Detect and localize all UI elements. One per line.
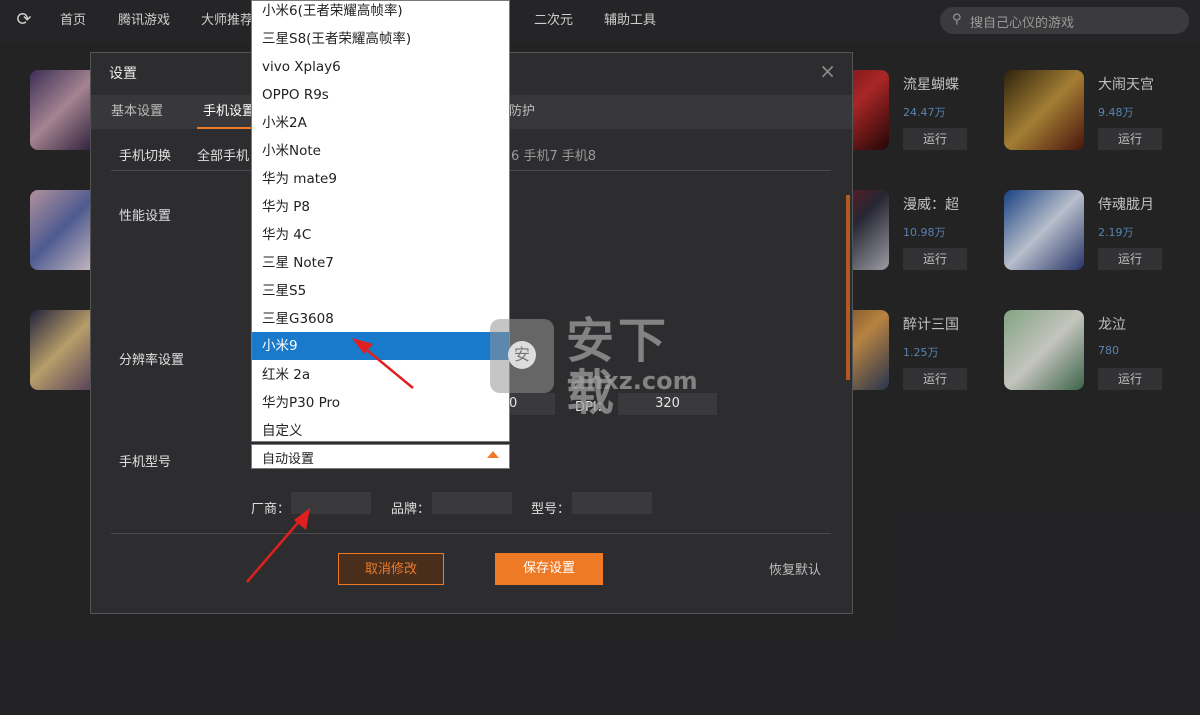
arrow-to-xiaomi9	[352, 338, 414, 389]
annotation-arrows	[246, 338, 414, 583]
arrow-to-vendor-field	[246, 508, 310, 583]
